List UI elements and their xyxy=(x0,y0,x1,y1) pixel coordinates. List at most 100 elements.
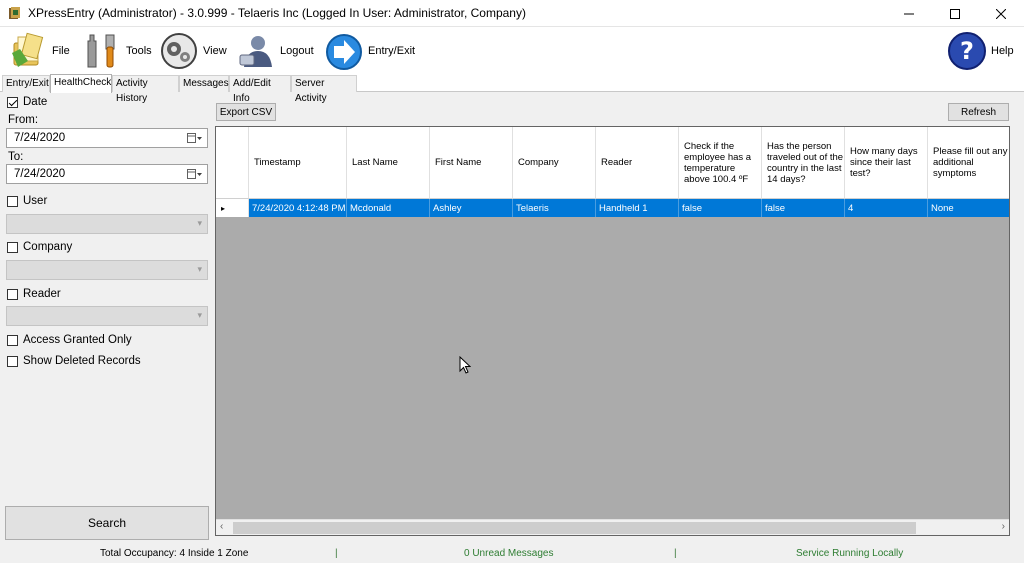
app-icon xyxy=(8,6,22,20)
column-header-temperature-check[interactable]: Check if the employee has a temperature … xyxy=(679,127,762,199)
from-date-picker[interactable]: 7/24/2020 xyxy=(6,128,208,148)
tab-healthcheck[interactable]: HealthCheck xyxy=(50,74,112,93)
company-select: ▾ xyxy=(6,260,208,280)
column-header-last-name[interactable]: Last Name xyxy=(347,127,430,199)
view-label: View xyxy=(203,45,227,57)
column-header-timestamp[interactable]: Timestamp xyxy=(249,127,347,199)
cell-travel[interactable]: false xyxy=(762,199,845,217)
column-header-first-name[interactable]: First Name xyxy=(430,127,513,199)
to-date-value: 7/24/2020 xyxy=(14,168,66,180)
export-csv-button[interactable]: Export CSV xyxy=(216,103,276,121)
maximize-button[interactable] xyxy=(932,0,978,27)
tab-strip: Entry/Exit HealthCheck Activity History … xyxy=(0,74,1024,104)
reader-checkbox[interactable]: Reader xyxy=(7,288,61,300)
help-icon: ? xyxy=(947,31,987,71)
column-header-days-since-test[interactable]: How many days since their last test? xyxy=(845,127,928,199)
arrow-circle-icon xyxy=(324,31,364,71)
tools-icon xyxy=(82,31,122,71)
service-status: Service Running Locally xyxy=(796,548,904,559)
user-select: ▾ xyxy=(6,214,208,234)
date-checkbox[interactable]: Date xyxy=(7,96,47,108)
close-button[interactable] xyxy=(978,0,1024,27)
filter-panel: Date From: 7/24/2020 To: 7/24/2020 User … xyxy=(0,92,213,544)
scrollbar-thumb[interactable] xyxy=(233,522,916,534)
user-checkbox-label: User xyxy=(23,195,48,207)
column-header-travel-check[interactable]: Has the person traveled out of the count… xyxy=(762,127,845,199)
column-header-additional-symptoms[interactable]: Please fill out any additional symptoms xyxy=(928,127,1009,199)
company-checkbox-label: Company xyxy=(23,241,73,253)
search-button[interactable]: Search xyxy=(5,506,209,540)
close-icon xyxy=(996,8,1006,19)
mouse-cursor-icon xyxy=(459,356,471,374)
table-row[interactable]: ▸ 7/24/2020 4:12:48 PM Mcdonald Ashley T… xyxy=(216,199,1009,217)
from-date-value: 7/24/2020 xyxy=(14,132,66,144)
view-button[interactable]: View xyxy=(159,29,227,73)
unread-messages-status[interactable]: 0 Unread Messages xyxy=(464,548,554,559)
gears-icon xyxy=(159,31,199,71)
cell-reader[interactable]: Handheld 1 xyxy=(596,199,679,217)
reader-select: ▾ xyxy=(6,306,208,326)
entry-exit-label: Entry/Exit xyxy=(368,45,416,57)
cell-temperature[interactable]: false xyxy=(679,199,762,217)
window-title: XPressEntry (Administrator) - 3.0.999 - … xyxy=(28,6,526,20)
user-checkbox-box[interactable] xyxy=(7,195,18,207)
row-indicator-icon[interactable]: ▸ xyxy=(216,199,249,217)
file-button[interactable]: File xyxy=(8,29,70,73)
refresh-button[interactable]: Refresh xyxy=(948,103,1009,121)
svg-text:?: ? xyxy=(960,37,974,65)
status-separator: | xyxy=(674,548,677,559)
healthcheck-grid[interactable]: Timestamp Last Name First Name Company R… xyxy=(215,126,1010,536)
maximize-icon xyxy=(950,8,960,19)
cell-days-since-test[interactable]: 4 xyxy=(845,199,928,217)
date-checkbox-box[interactable] xyxy=(7,96,18,108)
to-label: To: xyxy=(8,151,24,163)
tab-entry-exit[interactable]: Entry/Exit xyxy=(2,75,50,92)
company-checkbox[interactable]: Company xyxy=(7,241,72,253)
tab-server-activity[interactable]: Server Activity xyxy=(291,75,357,104)
cell-first-name[interactable]: Ashley xyxy=(430,199,513,217)
reader-checkbox-box[interactable] xyxy=(7,288,18,300)
cell-symptoms[interactable]: None xyxy=(928,199,1009,217)
column-header-company[interactable]: Company xyxy=(513,127,596,199)
calendar-dropdown-icon[interactable] xyxy=(187,168,203,180)
horizontal-scrollbar[interactable]: ‹ › xyxy=(216,519,1009,535)
to-date-picker[interactable]: 7/24/2020 xyxy=(6,164,208,184)
row-header-corner xyxy=(216,127,249,199)
show-deleted-checkbox[interactable]: Show Deleted Records xyxy=(7,355,141,367)
date-checkbox-label: Date xyxy=(23,96,48,108)
scroll-right-icon[interactable]: › xyxy=(1002,521,1005,532)
column-header-reader[interactable]: Reader xyxy=(596,127,679,199)
minimize-icon xyxy=(904,13,914,14)
user-logout-icon xyxy=(236,31,276,71)
occupancy-status: Total Occupancy: 4 Inside 1 Zone xyxy=(100,548,249,559)
help-button[interactable]: ? Help xyxy=(947,29,1014,73)
file-label: File xyxy=(52,45,70,57)
show-deleted-checkbox-box[interactable] xyxy=(7,355,18,367)
title-bar: XPressEntry (Administrator) - 3.0.999 - … xyxy=(0,0,1024,27)
tab-add-edit-info[interactable]: Add/Edit Info xyxy=(229,75,291,104)
access-granted-checkbox[interactable]: Access Granted Only xyxy=(7,334,132,346)
minimize-button[interactable] xyxy=(886,0,932,27)
user-checkbox[interactable]: User xyxy=(7,195,47,207)
access-granted-checkbox-box[interactable] xyxy=(7,334,18,346)
scroll-left-icon[interactable]: ‹ xyxy=(220,521,223,532)
cell-timestamp[interactable]: 7/24/2020 4:12:48 PM xyxy=(249,199,347,217)
access-granted-label: Access Granted Only xyxy=(23,334,132,346)
cell-last-name[interactable]: Mcdonald xyxy=(347,199,430,217)
logout-button[interactable]: Logout xyxy=(236,29,314,73)
calendar-dropdown-icon[interactable] xyxy=(187,132,203,144)
chevron-down-icon: ▾ xyxy=(197,218,202,228)
logout-label: Logout xyxy=(280,45,314,57)
help-label: Help xyxy=(991,45,1014,57)
company-checkbox-box[interactable] xyxy=(7,241,18,253)
cell-company[interactable]: Telaeris xyxy=(513,199,596,217)
tools-label: Tools xyxy=(126,45,152,57)
tab-messages[interactable]: Messages xyxy=(179,75,229,92)
from-label: From: xyxy=(8,114,39,126)
tools-button[interactable]: Tools xyxy=(82,29,152,73)
tab-activity-history[interactable]: Activity History xyxy=(112,75,179,104)
entry-exit-button[interactable]: Entry/Exit xyxy=(324,29,415,73)
grid-header: Timestamp Last Name First Name Company R… xyxy=(216,127,1009,199)
chevron-down-icon: ▾ xyxy=(197,310,202,320)
status-bar: Total Occupancy: 4 Inside 1 Zone | 0 Unr… xyxy=(0,544,1024,563)
